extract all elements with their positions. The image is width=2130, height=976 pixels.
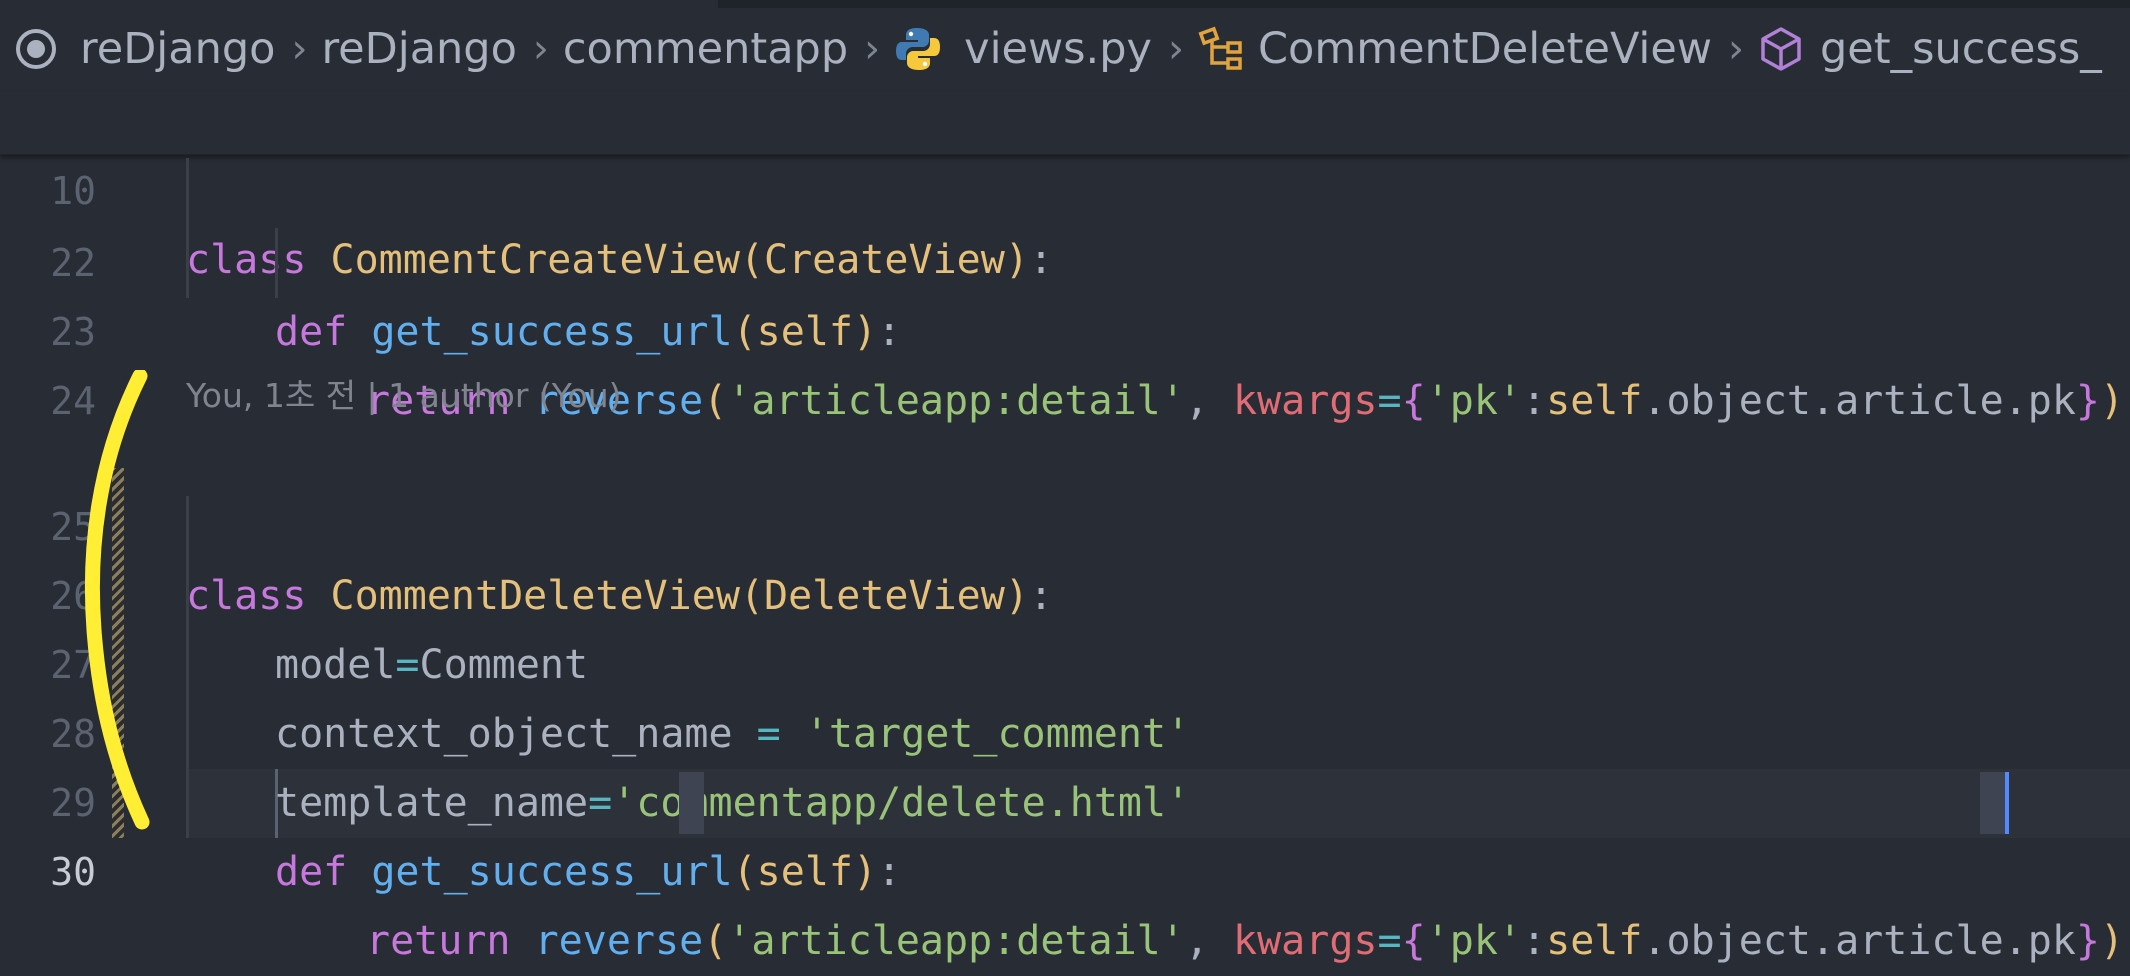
chevron-right-icon: › [532,26,549,72]
git-blame-codelens[interactable]: You, 1초 전 | 1 author (You) [186,368,622,424]
code-line: 29 def get_success_url(self): [0,700,2130,895]
code-line: 27 context_object_name = 'target_comment… [0,562,2130,757]
breadcrumb-label: reDjango [80,24,276,74]
breadcrumb-item-folder[interactable]: reDjango [321,24,516,74]
code-line: 28 template_name='commentapp/delete.html… [0,631,2130,826]
chevron-right-icon: › [864,26,881,72]
code-line: 26 model=Comment [0,493,2130,688]
code-line: 30 return reverse('articleapp:detail', k… [0,769,2130,964]
chevron-right-icon: › [291,26,308,72]
code-content: return reverse('articleapp:detail', kwar… [366,918,2125,964]
breadcrumb-label: CommentDeleteView [1257,24,1712,74]
code-line: 23 return reverse('articleapp:detail', k… [0,229,2130,424]
breadcrumb-item-commentapp[interactable]: commentapp [563,24,848,74]
breadcrumb-item-repo[interactable]: reDjango [0,24,275,74]
sticky-scroll-header[interactable]: 10 class CommentCreateView(CreateView): [0,92,2130,283]
text-cursor [2005,772,2009,834]
breadcrumb-item-file[interactable]: views.py [894,24,1152,74]
breadcrumb-label: commentapp [562,24,849,74]
repo-icon [14,27,58,71]
chevron-right-icon: › [1167,26,1184,72]
breadcrumb-label: get_success_ [1819,24,2102,74]
breadcrumb-item-method[interactable]: get_success_ [1758,24,2102,74]
annotation-bracket-mark [80,368,160,834]
title-strip [718,0,2130,8]
method-icon [1758,26,1804,72]
breadcrumb-label: reDjango [321,24,517,74]
breadcrumb-item-class[interactable]: CommentDeleteView [1198,24,1712,74]
code-line: 25 class CommentDeleteView(DeleteView): [0,424,2130,619]
code-line: 24 [0,298,2130,423]
code-content: def get_success_url(self): [275,849,902,895]
breadcrumb-label: views.py [964,24,1152,74]
class-icon [1198,25,1246,73]
code-line: 22 def get_success_url(self): [0,160,2130,355]
python-icon [894,25,942,73]
breadcrumb: reDjango › reDjango › commentapp › views… [0,10,2130,88]
chevron-right-icon: › [1727,26,1744,72]
code-line: 10 class CommentCreateView(CreateView): [0,88,2130,283]
line-number: 30 [50,850,96,894]
